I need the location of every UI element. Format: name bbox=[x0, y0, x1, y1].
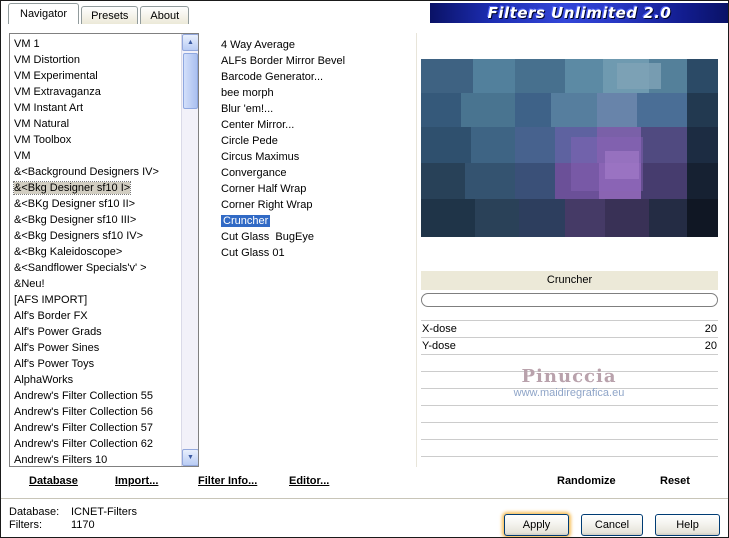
list-item[interactable]: VM Distortion bbox=[10, 52, 180, 68]
scrollbar-thumb[interactable] bbox=[183, 53, 198, 109]
list-item[interactable]: VM Experimental bbox=[10, 68, 180, 84]
scroll-down-icon[interactable]: ▼ bbox=[182, 449, 198, 466]
tab-navigator[interactable]: Navigator bbox=[8, 3, 80, 24]
reset-button[interactable]: Reset bbox=[660, 475, 690, 487]
y-dose-label: Y-dose bbox=[422, 340, 456, 352]
preview-panel: Cruncher X-dose 20 Y-dose 20 Pinuccia ww… bbox=[416, 33, 721, 467]
list-item[interactable]: VM Toolbox bbox=[10, 132, 180, 148]
preview-image bbox=[421, 59, 718, 237]
x-dose-label: X-dose bbox=[422, 323, 457, 335]
tab-presets[interactable]: Presets bbox=[81, 6, 139, 24]
cancel-button[interactable]: Cancel bbox=[581, 514, 643, 536]
app-title: Filters Unlimited 2.0 bbox=[487, 4, 672, 22]
list-item[interactable]: Center Mirror... bbox=[217, 117, 413, 133]
list-item[interactable]: Alf's Border FX bbox=[10, 308, 180, 324]
list-item[interactable]: ALFs Border Mirror Bevel bbox=[217, 53, 413, 69]
list-item[interactable]: VM Instant Art bbox=[10, 100, 180, 116]
list-item[interactable]: Blur 'em!... bbox=[217, 101, 413, 117]
scroll-up-icon[interactable]: ▲ bbox=[182, 34, 198, 51]
list-item[interactable]: Cut Glass 01 bbox=[217, 245, 413, 261]
filters-unlimited-window: Navigator Presets About Filters Unlimite… bbox=[0, 0, 729, 538]
list-item[interactable]: &<BKg Designer sf10 II> bbox=[10, 196, 180, 212]
database-status-value: ICNET-Filters bbox=[71, 506, 137, 518]
list-item[interactable]: &<Bkg Kaleidoscope> bbox=[10, 244, 180, 260]
list-item[interactable]: Circus Maximus bbox=[217, 149, 413, 165]
list-item[interactable]: Alf's Power Sines bbox=[10, 340, 180, 356]
progress-bar bbox=[421, 293, 718, 307]
list-item[interactable]: Cut Glass BugEye bbox=[217, 229, 413, 245]
list-item[interactable]: &Neu! bbox=[10, 276, 180, 292]
list-item[interactable]: Barcode Generator... bbox=[217, 69, 413, 85]
slider-row-empty bbox=[421, 389, 718, 406]
filter-listbox: 4 Way Average ALFs Border Mirror Bevel Bar… bbox=[217, 35, 413, 467]
import-button[interactable]: Import... bbox=[115, 475, 158, 487]
tab-about[interactable]: About bbox=[140, 6, 190, 24]
slider-row-empty bbox=[421, 406, 718, 423]
list-item[interactable]: Alf's Power Toys bbox=[10, 356, 180, 372]
list-item[interactable]: AlphaWorks bbox=[10, 372, 180, 388]
slider-row-empty bbox=[421, 440, 718, 457]
category-listbox: ▲ ▼ VM 1 VM Distortion VM Experimental VM E… bbox=[9, 33, 199, 467]
list-item[interactable]: Andrew's Filter Collection 56 bbox=[10, 404, 180, 420]
list-item[interactable]: Corner Half Wrap bbox=[217, 181, 413, 197]
tab-strip: Navigator Presets About bbox=[8, 3, 191, 24]
list-item[interactable]: &<Bkg Designer sf10 I> bbox=[10, 180, 180, 196]
list-item[interactable]: VM 1 bbox=[10, 36, 180, 52]
list-item[interactable]: Andrew's Filter Collection 57 bbox=[10, 420, 180, 436]
apply-button[interactable]: Apply bbox=[504, 514, 569, 536]
list-item[interactable]: [AFS IMPORT] bbox=[10, 292, 180, 308]
list-item[interactable]: VM Extravaganza bbox=[10, 84, 180, 100]
list-item[interactable]: Corner Right Wrap bbox=[217, 197, 413, 213]
category-scrollbar[interactable]: ▲ ▼ bbox=[181, 34, 198, 466]
editor-button[interactable]: Editor... bbox=[289, 475, 329, 487]
list-item[interactable]: &<Bkg Designers sf10 IV> bbox=[10, 228, 180, 244]
list-item[interactable]: VM Natural bbox=[10, 116, 180, 132]
list-item[interactable]: Andrew's Filter Collection 55 bbox=[10, 388, 180, 404]
help-button[interactable]: Help bbox=[655, 514, 720, 536]
filters-count-label: Filters: bbox=[9, 519, 42, 531]
slider-row-empty bbox=[421, 372, 718, 389]
filter-info-button[interactable]: Filter Info... bbox=[198, 475, 257, 487]
list-item[interactable]: bee morph bbox=[217, 85, 413, 101]
list-item[interactable]: Circle Pede bbox=[217, 133, 413, 149]
list-item[interactable]: &<Bkg Designer sf10 III> bbox=[10, 212, 180, 228]
list-item[interactable]: &<Background Designers IV> bbox=[10, 164, 180, 180]
list-item[interactable]: 4 Way Average bbox=[217, 37, 413, 53]
database-status-label: Database: bbox=[9, 506, 60, 518]
slider-row-empty bbox=[421, 423, 718, 440]
database-button[interactable]: Database bbox=[29, 475, 78, 487]
randomize-button[interactable]: Randomize bbox=[557, 475, 616, 487]
list-item[interactable]: Andrew's Filter Collection 62 bbox=[10, 436, 180, 452]
list-item[interactable]: Cruncher bbox=[217, 213, 413, 229]
list-item[interactable]: Andrew's Filters 10 bbox=[10, 452, 180, 466]
app-title-banner: Filters Unlimited 2.0 bbox=[430, 3, 728, 23]
list-item[interactable]: Convergance bbox=[217, 165, 413, 181]
y-dose-slider[interactable]: Y-dose 20 bbox=[421, 338, 718, 355]
list-item[interactable]: &<Sandflower Specials'v' > bbox=[10, 260, 180, 276]
slider-row-empty bbox=[421, 355, 718, 372]
y-dose-value: 20 bbox=[704, 340, 717, 352]
x-dose-slider[interactable]: X-dose 20 bbox=[421, 321, 718, 338]
bottom-toolbar: Database Import... Filter Info... Editor… bbox=[1, 475, 728, 493]
active-filter-name: Cruncher bbox=[421, 271, 718, 290]
separator-line bbox=[1, 498, 728, 500]
slider-rows: X-dose 20 Y-dose 20 bbox=[421, 320, 718, 457]
list-item[interactable]: Alf's Power Grads bbox=[10, 324, 180, 340]
list-item[interactable]: VM bbox=[10, 148, 180, 164]
filters-count-value: 1170 bbox=[71, 519, 95, 531]
x-dose-value: 20 bbox=[704, 323, 717, 335]
